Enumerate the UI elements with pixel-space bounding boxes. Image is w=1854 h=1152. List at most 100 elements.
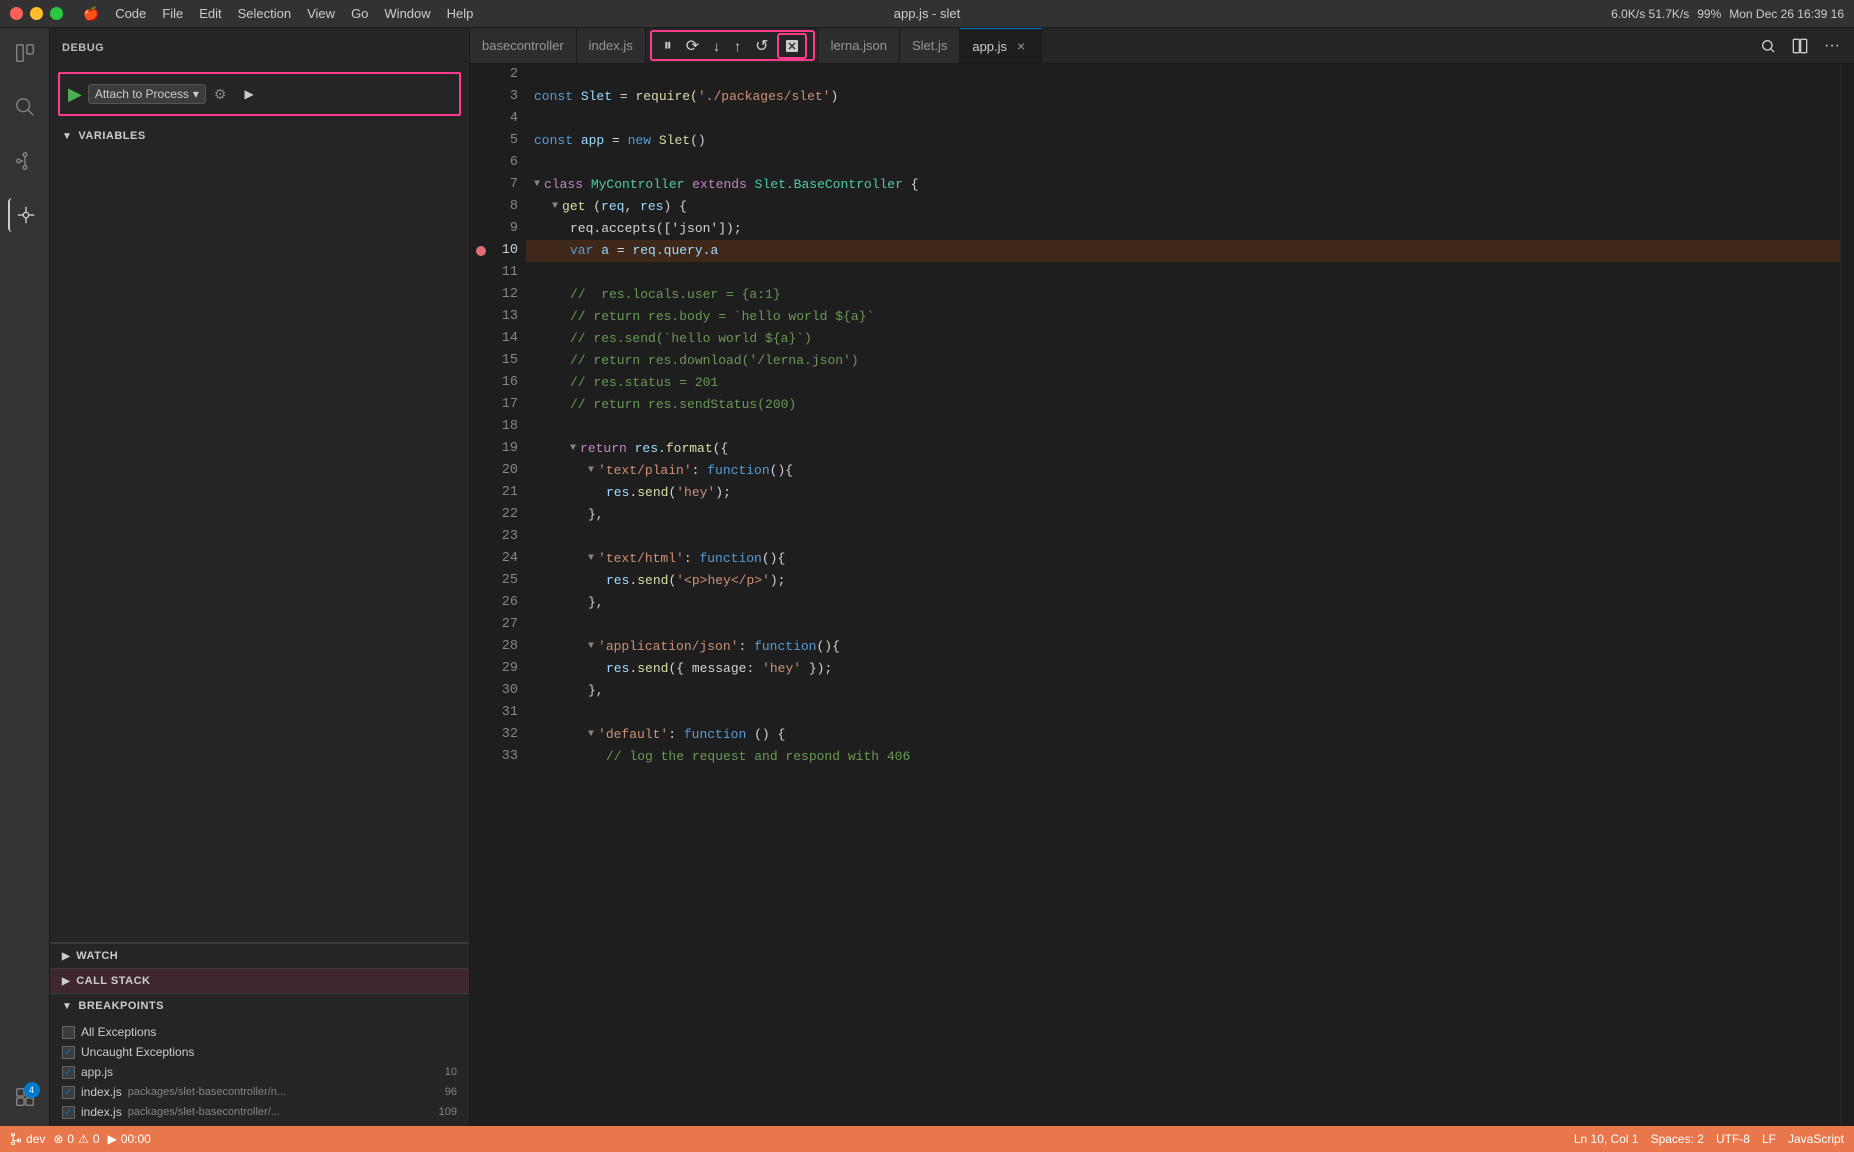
tab-lernajson[interactable]: lerna.json bbox=[819, 28, 900, 63]
line-number-18[interactable]: 18 bbox=[470, 416, 526, 438]
restart-button[interactable]: ↺ bbox=[749, 32, 774, 60]
tab-appjs[interactable]: app.js × bbox=[960, 28, 1042, 63]
run-debug-button[interactable]: ▶ bbox=[68, 84, 82, 105]
code-line-7[interactable]: ▼class MyController extends Slet.BaseCon… bbox=[526, 174, 1840, 196]
editor-content[interactable]: 2345678910111213141516171819202122232425… bbox=[470, 64, 1854, 1126]
line-number-24[interactable]: 24 bbox=[470, 548, 526, 570]
indexjs1-checkbox[interactable]: ✓ bbox=[62, 1086, 75, 1099]
code-line-4[interactable] bbox=[526, 108, 1840, 130]
line-number-8[interactable]: 8 bbox=[470, 196, 526, 218]
tab-sletjs[interactable]: Slet.js bbox=[900, 28, 960, 63]
code-line-28[interactable]: ▼'application/json': function(){ bbox=[526, 636, 1840, 658]
code-editor[interactable]: const Slet = require('./packages/slet')c… bbox=[526, 64, 1840, 1126]
line-number-15[interactable]: 15 bbox=[470, 350, 526, 372]
line-number-5[interactable]: 5 bbox=[470, 130, 526, 152]
menu-go[interactable]: Go bbox=[351, 6, 368, 22]
line-number-3[interactable]: 3 bbox=[470, 86, 526, 108]
close-window-button[interactable] bbox=[10, 7, 23, 20]
line-number-20[interactable]: 20 bbox=[470, 460, 526, 482]
breakpoint-all-exceptions[interactable]: All Exceptions bbox=[62, 1022, 457, 1042]
breakpoints-header[interactable]: ▼ BREAKPOINTS bbox=[50, 994, 469, 1018]
code-line-21[interactable]: res.send('hey'); bbox=[526, 482, 1840, 504]
code-line-24[interactable]: ▼'text/html': function(){ bbox=[526, 548, 1840, 570]
close-tab-button[interactable]: × bbox=[1013, 38, 1029, 54]
code-line-33[interactable]: // log the request and respond with 406 bbox=[526, 746, 1840, 768]
minimize-window-button[interactable] bbox=[30, 7, 43, 20]
fold-icon-line-8[interactable]: ▼ bbox=[552, 196, 558, 218]
step-over-button[interactable]: ⟳ bbox=[680, 32, 705, 60]
line-number-9[interactable]: 9 bbox=[470, 218, 526, 240]
line-number-7[interactable]: 7 bbox=[470, 174, 526, 196]
code-line-23[interactable] bbox=[526, 526, 1840, 548]
appjs-checkbox[interactable]: ✓ bbox=[62, 1066, 75, 1079]
open-terminal-button[interactable]: ▶ bbox=[238, 83, 259, 105]
debug-settings-button[interactable]: ⚙ bbox=[212, 84, 229, 105]
sidebar-item-search[interactable] bbox=[8, 90, 42, 124]
cursor-position[interactable]: Ln 10, Col 1 bbox=[1574, 1132, 1639, 1146]
breakpoint-indexjs-2[interactable]: ✓ index.js packages/slet-basecontroller/… bbox=[62, 1102, 457, 1122]
line-number-28[interactable]: 28 bbox=[470, 636, 526, 658]
more-actions-button[interactable]: ··· bbox=[1818, 33, 1846, 59]
line-number-32[interactable]: 32 bbox=[470, 724, 526, 746]
fold-icon-line-32[interactable]: ▼ bbox=[588, 724, 594, 746]
line-number-27[interactable]: 27 bbox=[470, 614, 526, 636]
line-number-12[interactable]: 12 bbox=[470, 284, 526, 306]
fold-icon-line-28[interactable]: ▼ bbox=[588, 636, 594, 658]
line-number-17[interactable]: 17 bbox=[470, 394, 526, 416]
line-number-21[interactable]: 21 bbox=[470, 482, 526, 504]
sidebar-item-debug[interactable] bbox=[8, 198, 42, 232]
code-line-29[interactable]: res.send({ message: 'hey' }); bbox=[526, 658, 1840, 680]
code-line-18[interactable] bbox=[526, 416, 1840, 438]
line-number-16[interactable]: 16 bbox=[470, 372, 526, 394]
code-line-16[interactable]: // res.status = 201 bbox=[526, 372, 1840, 394]
breakpoint-uncaught-exceptions[interactable]: ✓ Uncaught Exceptions bbox=[62, 1042, 457, 1062]
code-line-13[interactable]: // return res.body = `hello world ${a}` bbox=[526, 306, 1840, 328]
fold-icon-line-19[interactable]: ▼ bbox=[570, 438, 576, 460]
split-editor-button[interactable] bbox=[1786, 34, 1814, 58]
code-line-8[interactable]: ▼get (req, res) { bbox=[526, 196, 1840, 218]
variables-header[interactable]: ▼ VARIABLES bbox=[62, 126, 457, 146]
menu-view[interactable]: View bbox=[307, 6, 335, 22]
error-count[interactable]: ⊗ 0 ⚠ 0 bbox=[53, 1132, 99, 1146]
code-line-25[interactable]: res.send('<p>hey</p>'); bbox=[526, 570, 1840, 592]
breakpoint-indexjs-1[interactable]: ✓ index.js packages/slet-basecontroller/… bbox=[62, 1082, 457, 1102]
code-line-19[interactable]: ▼return res.format({ bbox=[526, 438, 1840, 460]
line-number-6[interactable]: 6 bbox=[470, 152, 526, 174]
sidebar-item-git[interactable] bbox=[8, 144, 42, 178]
maximize-window-button[interactable] bbox=[50, 7, 63, 20]
line-ending[interactable]: LF bbox=[1762, 1132, 1776, 1146]
code-line-26[interactable]: }, bbox=[526, 592, 1840, 614]
indexjs2-checkbox[interactable]: ✓ bbox=[62, 1106, 75, 1119]
code-line-2[interactable] bbox=[526, 64, 1840, 86]
code-line-17[interactable]: // return res.sendStatus(200) bbox=[526, 394, 1840, 416]
tab-basecontroller[interactable]: basecontroller bbox=[470, 28, 577, 63]
line-number-33[interactable]: 33 bbox=[470, 746, 526, 768]
watch-header[interactable]: ▶ WATCH bbox=[50, 944, 469, 968]
menu-window[interactable]: Window bbox=[384, 6, 430, 22]
fold-icon-line-24[interactable]: ▼ bbox=[588, 548, 594, 570]
fold-icon-line-7[interactable]: ▼ bbox=[534, 174, 540, 196]
menu-help[interactable]: Help bbox=[447, 6, 474, 22]
menu-selection[interactable]: Selection bbox=[238, 6, 291, 22]
pause-button[interactable]: ⏸ bbox=[658, 33, 678, 59]
code-line-22[interactable]: }, bbox=[526, 504, 1840, 526]
vertical-scrollbar[interactable] bbox=[1840, 64, 1854, 1126]
step-out-button[interactable]: ↑ bbox=[728, 34, 747, 58]
code-line-20[interactable]: ▼'text/plain': function(){ bbox=[526, 460, 1840, 482]
spaces[interactable]: Spaces: 2 bbox=[1651, 1132, 1704, 1146]
breakpoint-appjs[interactable]: ✓ app.js 10 bbox=[62, 1062, 457, 1082]
sidebar-item-explorer[interactable] bbox=[8, 36, 42, 70]
encoding[interactable]: UTF-8 bbox=[1716, 1132, 1750, 1146]
line-number-13[interactable]: 13 bbox=[470, 306, 526, 328]
fold-icon-line-20[interactable]: ▼ bbox=[588, 460, 594, 482]
code-line-12[interactable]: // res.locals.user = {a:1} bbox=[526, 284, 1840, 306]
menu-edit[interactable]: Edit bbox=[199, 6, 221, 22]
code-line-32[interactable]: ▼'default': function () { bbox=[526, 724, 1840, 746]
line-number-19[interactable]: 19 bbox=[470, 438, 526, 460]
line-number-4[interactable]: 4 bbox=[470, 108, 526, 130]
debug-config-selector[interactable]: Attach to Process ▾ bbox=[88, 84, 206, 104]
tab-indexjs[interactable]: index.js bbox=[577, 28, 646, 63]
code-line-15[interactable]: // return res.download('/lerna.json') bbox=[526, 350, 1840, 372]
code-line-31[interactable] bbox=[526, 702, 1840, 724]
step-into-button[interactable]: ↓ bbox=[707, 34, 726, 58]
